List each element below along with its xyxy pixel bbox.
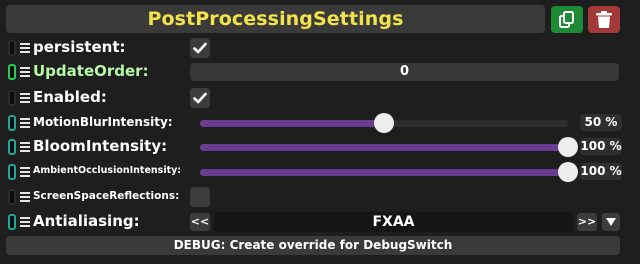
motion-blur-slider[interactable] [200,113,568,133]
trash-icon [596,10,612,28]
bloom-value[interactable]: 100 % [580,138,622,155]
checkmark-icon [193,92,207,104]
ambient-occlusion-value[interactable]: 100 % [580,163,622,180]
persistent-label: persistent: [33,38,126,56]
slider-fill [200,169,568,176]
menu-icon[interactable] [20,142,30,152]
menu-icon[interactable] [20,192,30,202]
dropdown-button[interactable] [602,213,620,231]
menu-icon[interactable] [20,118,30,128]
menu-icon[interactable] [20,167,30,177]
menu-icon[interactable] [20,93,30,103]
copy-button[interactable] [551,6,583,33]
bloom-slider[interactable] [200,137,578,157]
antialiasing-label: Antialiasing: [33,212,140,230]
slider-handle[interactable] [374,113,394,133]
row-bloom: BloomIntensity: 100 % [0,136,640,158]
slider-fill [200,120,384,127]
row-ambient-occlusion: AmbientOcclusionIntensity: 100 % [0,161,640,183]
component-title: PostProcessingSettings [147,8,404,30]
slider-fill [200,144,568,151]
slider-handle[interactable] [558,162,578,182]
antialiasing-value[interactable]: FXAA [214,212,573,232]
ambient-occlusion-slider[interactable] [200,162,578,182]
next-option-button[interactable]: >> [577,213,597,231]
status-indicator[interactable] [8,164,16,180]
copy-icon [559,10,574,28]
row-ssr: ScreenSpaceReflections: [0,186,640,208]
motion-blur-value[interactable]: 50 % [580,114,622,131]
ssr-checkbox[interactable] [190,187,210,207]
row-persistent: persistent: [0,37,640,59]
debug-override-button[interactable]: DEBUG: Create override for DebugSwitch [6,236,620,255]
update-order-input[interactable]: 0 [190,63,619,81]
slider-handle[interactable] [558,137,578,157]
status-indicator[interactable] [8,139,16,155]
checkmark-icon [193,42,207,54]
enabled-checkbox[interactable] [190,88,210,108]
row-enabled: Enabled: [0,86,640,110]
triangle-down-icon [606,218,616,226]
menu-icon[interactable] [20,67,30,77]
status-indicator[interactable] [8,115,16,131]
ssr-label: ScreenSpaceReflections: [33,190,180,202]
update-order-label: UpdateOrder: [33,62,149,80]
persistent-checkbox[interactable] [190,38,210,58]
status-indicator[interactable] [8,64,16,80]
status-indicator[interactable] [8,189,16,205]
status-indicator[interactable] [8,40,16,56]
enabled-label: Enabled: [33,88,107,106]
menu-icon[interactable] [20,43,30,53]
row-update-order: UpdateOrder: 0 [0,61,640,83]
previous-option-button[interactable]: << [190,213,210,231]
delete-button[interactable] [588,6,620,33]
status-indicator[interactable] [8,90,16,106]
row-antialiasing: Antialiasing: << FXAA >> [0,210,640,234]
row-motion-blur: MotionBlurIntensity: 50 % [0,112,640,134]
motion-blur-label: MotionBlurIntensity: [33,115,173,129]
status-indicator[interactable] [8,214,16,230]
menu-icon[interactable] [20,217,30,227]
component-header: PostProcessingSettings [6,5,545,33]
ambient-occlusion-label: AmbientOcclusionIntensity: [33,165,182,176]
bloom-label: BloomIntensity: [33,137,168,155]
